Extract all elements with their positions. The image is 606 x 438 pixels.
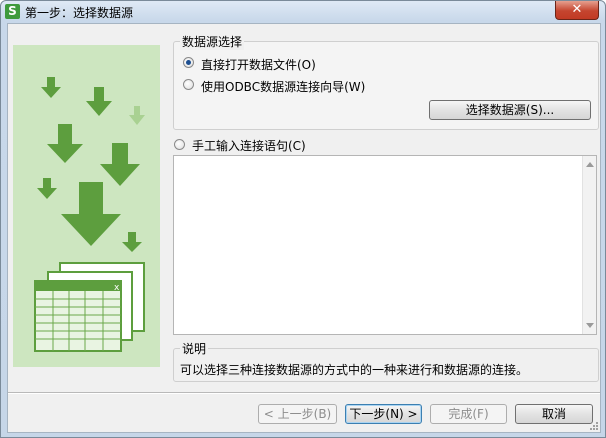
back-button[interactable]: < 上一步(B): [258, 404, 337, 424]
footer-divider: [8, 392, 600, 394]
close-button[interactable]: ✕: [555, 1, 599, 20]
textarea-scrollbar[interactable]: [582, 156, 596, 334]
scroll-down-icon[interactable]: [586, 323, 594, 328]
next-button[interactable]: 下一步(N) >: [345, 404, 422, 424]
manual-connection-radio[interactable]: [174, 139, 185, 150]
manual-connection-label[interactable]: 手工输入连接语句(C): [192, 137, 306, 154]
window-title: 第一步：选择数据源: [25, 6, 134, 20]
cancel-button[interactable]: 取消: [515, 404, 593, 424]
wizard-illustration: x: [13, 45, 160, 367]
datasource-group: 数据源选择 直接打开数据文件(O) 使用ODBC数据源连接向导(W) 选择数据源…: [173, 33, 599, 130]
svg-text:x: x: [114, 283, 120, 293]
scroll-up-icon[interactable]: [586, 162, 594, 167]
direct-open-label[interactable]: 直接打开数据文件(O): [201, 56, 316, 73]
odbc-wizard-radio[interactable]: [183, 79, 194, 90]
datasource-group-title: 数据源选择: [180, 33, 245, 50]
description-text: 可以选择三种连接数据源的方式中的一种来进行和数据源的连接。: [180, 363, 529, 377]
description-title: 说明: [180, 340, 209, 357]
connection-string-input[interactable]: [173, 155, 597, 335]
odbc-wizard-label[interactable]: 使用ODBC数据源连接向导(W): [201, 78, 365, 95]
description-group: 说明 可以选择三种连接数据源的方式中的一种来进行和数据源的连接。: [173, 340, 599, 382]
spreadsheet-app-icon: S: [5, 4, 20, 19]
title-bar[interactable]: S 第一步：选择数据源 ✕: [1, 1, 605, 23]
download-arrows-illustration: x: [34, 77, 145, 352]
select-datasource-button[interactable]: 选择数据源(S)...: [429, 100, 591, 120]
resize-grip-icon[interactable]: [589, 421, 599, 431]
wizard-window: S 第一步：选择数据源 ✕ x 数据源选择 直接打开数据文件(O) 使用ODBC…: [0, 0, 606, 438]
finish-button[interactable]: 完成(F): [430, 404, 507, 424]
direct-open-radio[interactable]: [183, 57, 194, 68]
dialog-body: x 数据源选择 直接打开数据文件(O) 使用ODBC数据源连接向导(W) 选择数…: [7, 23, 601, 433]
